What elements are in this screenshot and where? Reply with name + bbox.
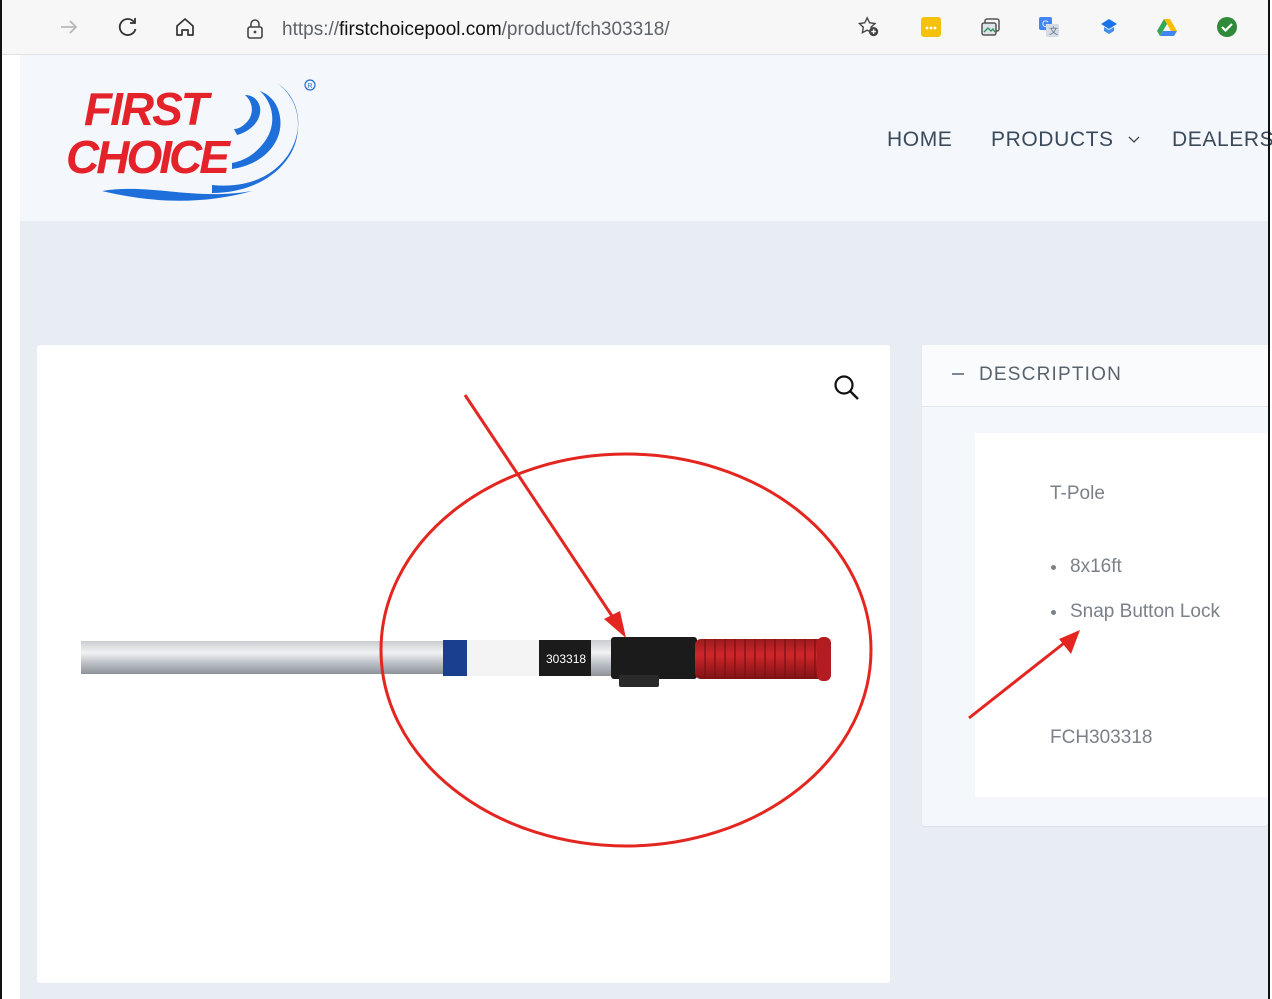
- url-scheme: https://: [282, 19, 340, 40]
- description-body: T-Pole 8x16ft Snap Button Lock FCH303318: [975, 433, 1268, 797]
- feature-size: 8x16ft: [1070, 556, 1122, 577]
- nav-dealers[interactable]: DEALERS: [1172, 128, 1272, 152]
- frame-border-left: [0, 0, 2, 999]
- reload-icon[interactable]: [112, 12, 142, 42]
- home-icon[interactable]: [170, 12, 200, 42]
- logo-text-first: FIRST: [84, 83, 213, 135]
- browser-toolbar: https://firstchoicepool.com/product/fch3…: [2, 0, 1268, 55]
- svg-text:R: R: [307, 83, 312, 90]
- url-path: /product/fch303318/: [501, 19, 670, 40]
- product-image-card[interactable]: 303318: [37, 345, 890, 983]
- translate-icon[interactable]: G文: [1038, 16, 1060, 38]
- blue-shield-extension-icon[interactable]: [1098, 16, 1120, 38]
- forward-icon[interactable]: [54, 12, 84, 42]
- site-header: R FIRST CHOICE HOME PRODUCTS DEALERS: [20, 55, 1272, 221]
- svg-text:文: 文: [1049, 25, 1058, 36]
- url-text: https://firstchoicepool.com/product/fch3…: [282, 19, 670, 41]
- description-title: DESCRIPTION: [979, 364, 1123, 385]
- screenshot-extension-icon[interactable]: [980, 16, 1002, 38]
- google-drive-icon[interactable]: [1156, 16, 1178, 38]
- url-host: firstchoicepool.com: [339, 19, 502, 40]
- collapse-minus-icon: [952, 373, 964, 375]
- product-sku: FCH303318: [1050, 727, 1153, 748]
- pole-label-sku: 303318: [546, 652, 586, 666]
- favorite-add-icon[interactable]: [858, 16, 880, 38]
- bullet-dot: [1051, 610, 1056, 615]
- nav-products[interactable]: PRODUCTS: [991, 128, 1140, 152]
- product-name: T-Pole: [1050, 483, 1105, 504]
- feature-lock: Snap Button Lock: [1070, 601, 1220, 622]
- nav-products-label: PRODUCTS: [991, 128, 1114, 151]
- nav-home[interactable]: HOME: [887, 128, 952, 152]
- checkmark-extension-icon[interactable]: [1216, 16, 1238, 38]
- description-panel: DESCRIPTION T-Pole 8x16ft Snap Button Lo…: [922, 345, 1268, 826]
- bullet-dot: [1051, 565, 1056, 570]
- first-choice-logo[interactable]: R FIRST CHOICE: [62, 73, 322, 208]
- product-image: 303318: [81, 637, 831, 687]
- zoom-icon[interactable]: [832, 373, 862, 403]
- chevron-down-icon: [1128, 136, 1140, 144]
- frame-border-right: [1268, 0, 1270, 999]
- site-info-icon[interactable]: [246, 19, 264, 43]
- description-tab-header[interactable]: DESCRIPTION: [922, 345, 1268, 407]
- extension-yellow-icon[interactable]: [920, 16, 942, 38]
- address-bar[interactable]: https://firstchoicepool.com/product/fch3…: [224, 10, 894, 46]
- logo-text-choice: CHOICE: [66, 131, 231, 183]
